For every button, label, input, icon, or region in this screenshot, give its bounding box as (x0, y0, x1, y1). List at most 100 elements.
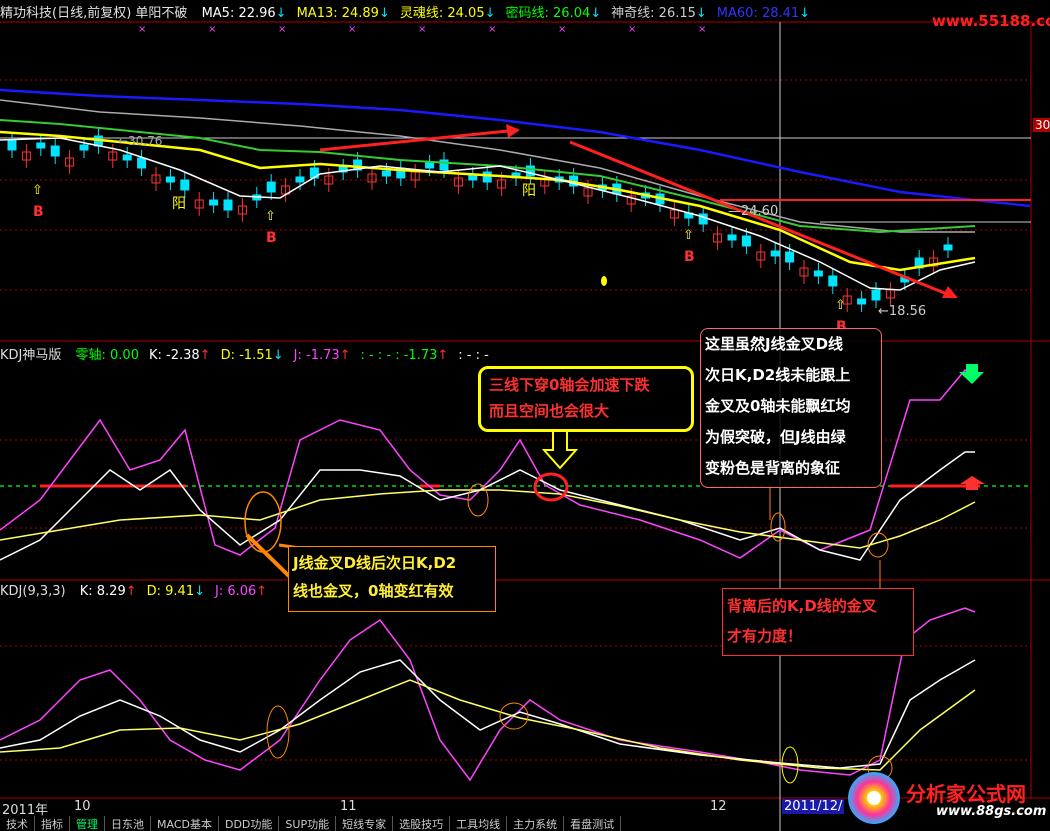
yang-label-2: 阳 (522, 183, 536, 199)
candle-body (857, 298, 867, 305)
main-indicator-arrow-3: ↓ (590, 6, 602, 21)
top-x-marker: × (558, 24, 566, 35)
candle-body (122, 154, 132, 161)
tab-1[interactable]: 指标 (35, 816, 70, 831)
candle-body (7, 139, 17, 151)
low-price-value: 18.56 (888, 304, 927, 319)
watermark-bottom-name: 分析家公式网 (906, 782, 1026, 806)
axis-m12: 12 (710, 799, 727, 814)
low-price-label: ←18.56 (878, 304, 927, 319)
tab-9[interactable]: 工具均线 (450, 816, 508, 831)
candle-body (727, 234, 737, 241)
kdj-indicator-arrow-1: ↓ (194, 584, 205, 599)
candle-body (785, 251, 795, 263)
white-annotation-line-3: 金叉及0轴未能飘红均 (705, 397, 851, 415)
b-marker-arrow: ⇧ (835, 298, 846, 313)
trend-arrowhead-up (506, 124, 520, 138)
yellow-annotation-line-1: 三线下穿0轴会加速下跌 (489, 376, 650, 394)
kdj-indicator-2: J: 6.06 (215, 584, 257, 599)
trend-arrow-up (319, 128, 519, 152)
b-marker-arrow: ⇧ (683, 228, 694, 243)
tab-4[interactable]: MACD基本 (151, 816, 219, 831)
candle-body (266, 181, 276, 193)
orange-pointer-1 (245, 533, 295, 582)
tab-2[interactable]: 管理 (70, 816, 105, 831)
yellow-dot (601, 276, 607, 286)
price-30-label: 30 (1033, 118, 1050, 132)
tab-3[interactable]: 日东池 (105, 816, 151, 831)
cross-circle-3 (533, 472, 569, 502)
tab-11[interactable]: 看盘测试 (564, 816, 622, 831)
white-annotation-line-1: 这里虽然J线金叉D线 (705, 335, 844, 353)
main-indicator-5: MA60: 28.41 (716, 6, 800, 21)
down-arrow-icon (541, 429, 579, 470)
yellow-annotation-line-2: 而且空间也会很大 (489, 402, 610, 420)
yang-label-1: 阳 (172, 196, 186, 212)
kdj-shenma-indicator-3: J: -1.73 (293, 348, 340, 363)
white-annotation-line-4: 为假突破，但J线由绿 (705, 428, 846, 446)
candle-body (813, 270, 823, 277)
b-marker-arrow: ⇧ (265, 209, 276, 224)
candle-body (79, 144, 89, 151)
tab-10[interactable]: 主力系统 (507, 816, 565, 831)
b-marker: B (684, 249, 695, 265)
main-indicator-4: 神奇线: 26.15 (611, 6, 696, 21)
orange-annotation-line-1: J线金叉D线后次日K,D2 (293, 554, 457, 572)
top-x-marker: × (348, 24, 356, 35)
main-indicator-arrow-4: ↓ (695, 6, 707, 21)
kdj-title: KDJ(9,3,3) (0, 584, 66, 599)
top-x-marker: × (418, 24, 426, 35)
top-x-marker: × (698, 24, 706, 35)
kdj-shenma-indicator-4: : - : - : -1.73 (360, 348, 438, 363)
orange-annotation-line-2: 线也金叉，0轴变红有效 (293, 582, 454, 600)
candle-body (943, 244, 953, 251)
orange-annotation: J线金叉D线后次日K,D2 线也金叉，0轴变红有效 (288, 546, 496, 612)
tab-7[interactable]: 短线专家 (336, 816, 394, 831)
watermark-bottom-url: www.88gs.com (936, 804, 1047, 819)
tab-6[interactable]: SUP功能 (279, 816, 337, 831)
watermark-bottom: 分析家公式网 www.88gs.com (846, 770, 1050, 831)
tab-8[interactable]: 选股技巧 (393, 816, 451, 831)
kdj-shenma-header: KDJ神马版 零轴: 0.00 K: -2.38↑ D: -1.51↓ J: -1.7… (0, 344, 489, 363)
b-marker-arrow: ⇧ (32, 183, 43, 198)
candle-body (180, 179, 190, 191)
candle-body (165, 176, 175, 183)
kdj-d-line (0, 679, 976, 771)
ma5-line (0, 137, 976, 291)
white-annotation: 这里虽然J线金叉D线 次日K,D2线未能跟上 金叉及0轴未能飘红均 为假突破，但… (700, 328, 882, 488)
candle-body (871, 289, 881, 301)
candle-body (425, 162, 435, 169)
kdj-shenma-indicator-arrow-2: ↓ (272, 348, 284, 363)
kdj-indicator-0: K: 8.29 (79, 584, 126, 599)
main-indicator-2: 灵魂线: 24.05 (399, 6, 485, 21)
candle-body (209, 199, 219, 206)
main-indicator-arrow-2: ↓ (484, 6, 496, 21)
kdj-shenma-indicator-0: 零轴: 0.00 (75, 348, 139, 363)
kdj-indicator-arrow-0: ↑ (125, 584, 137, 599)
kdj-shenma-indicator-2: D: -1.51 (220, 348, 273, 363)
red-annotation-line-1: 背离后的K,D线的金叉 (727, 597, 877, 615)
yellow-annotation: 三线下穿0轴会加速下跌 而且空间也会很大 (478, 366, 694, 432)
moving-averages (0, 88, 1031, 298)
main-indicator-1: MA13: 24.89 (296, 6, 379, 21)
axis-m11: 11 (340, 799, 357, 814)
red-annotation: 背离后的K,D线的金叉 才有力度！ (722, 588, 914, 656)
tab-0[interactable]: 技术 (0, 816, 35, 831)
candle-body (770, 250, 780, 257)
trend-arrow-down (569, 140, 953, 298)
tab-5[interactable]: DDD功能 (219, 816, 280, 831)
kdj-shenma-indicator-arrow-1: ↑ (199, 348, 211, 363)
white-annotation-line-5: 变粉色是背离的象征 (705, 459, 841, 477)
high-price-label: ←30.76 (118, 134, 163, 148)
axis-m10: 10 (74, 799, 91, 814)
top-x-marker: × (138, 24, 146, 35)
main-indicator-0: MA5: 22.96 (201, 6, 276, 21)
kdj-shenma-indicator-arrow-4: ↑ (437, 348, 449, 363)
mid-price-label: —24.60 (728, 204, 779, 219)
main-indicator-arrow-5: ↓ (799, 6, 811, 21)
kdj-shenma-indicator-arrow-3: ↑ (339, 348, 351, 363)
candle-body (295, 176, 305, 183)
candle-body (381, 170, 391, 177)
kdj-header: KDJ(9,3,3) K: 8.29↑ D: 9.41↓ J: 6.06↑ (0, 584, 267, 599)
flower-logo-icon (848, 772, 900, 824)
